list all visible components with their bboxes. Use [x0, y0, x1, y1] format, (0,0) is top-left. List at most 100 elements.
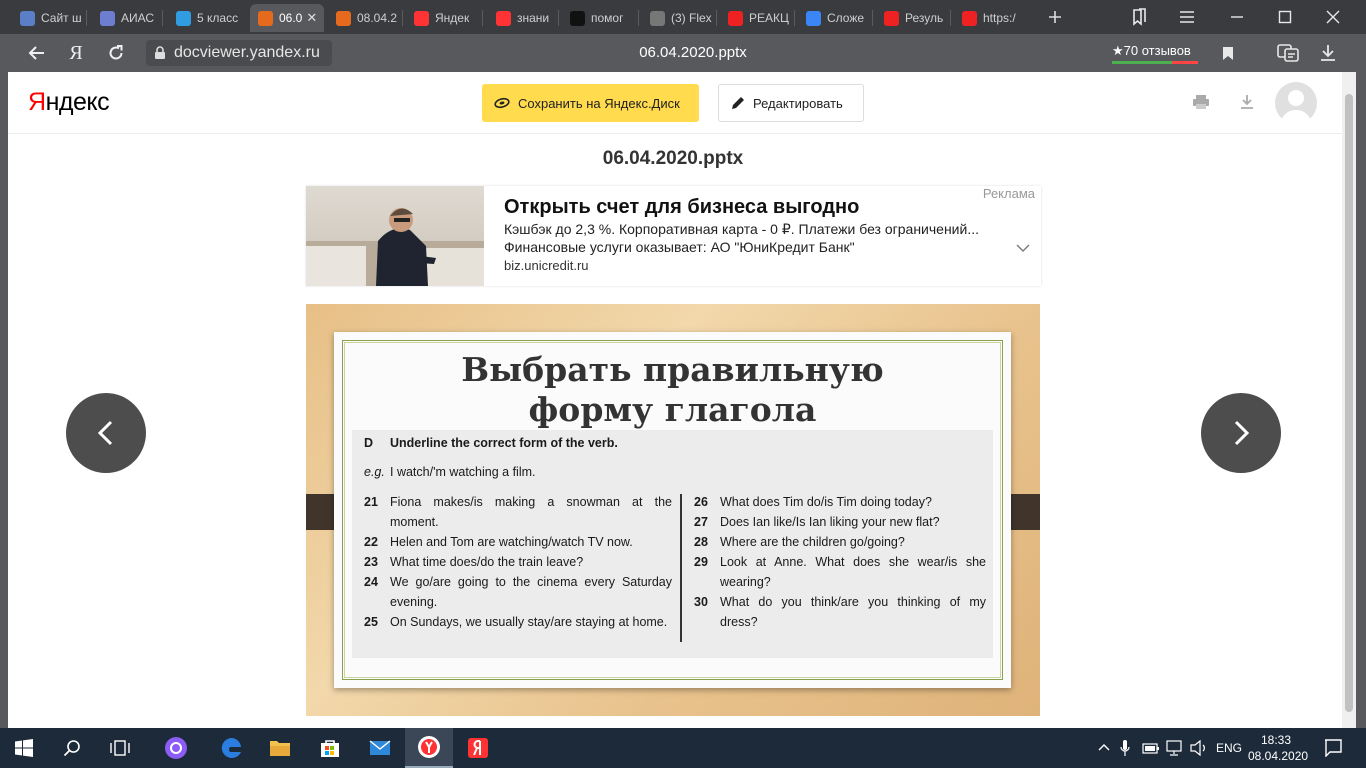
start-button[interactable] — [0, 728, 48, 768]
search-button[interactable] — [48, 728, 96, 768]
yandex-logo[interactable]: Яндекс — [28, 88, 110, 117]
tab-title: Сложе — [827, 11, 865, 25]
tab-4[interactable]: 06.0 ✕ — [250, 4, 324, 32]
hamburger-icon — [1180, 11, 1194, 23]
task-view-icon — [110, 740, 130, 756]
tab-8[interactable]: помог — [562, 4, 636, 32]
tab-2[interactable]: АИАС — [92, 4, 160, 32]
prev-slide-button[interactable] — [66, 393, 146, 473]
ad-headline[interactable]: Открыть счет для бизнеса выгодно — [504, 196, 859, 219]
save-button-label: Сохранить на Яндекс.Диск — [518, 95, 680, 111]
slide-title-line-2: форму глагола — [528, 390, 817, 429]
print-button[interactable] — [1192, 94, 1210, 115]
minimize-button[interactable] — [1214, 0, 1260, 34]
tab-9[interactable]: (3) Flex — [642, 4, 714, 32]
presentation-slide: Выбрать правильную форму глагола D Underl… — [306, 304, 1040, 716]
edit-button[interactable]: Редактировать — [718, 84, 864, 122]
chevron-right-icon — [1234, 420, 1250, 446]
tab-title: 5 класс — [197, 11, 239, 25]
maximize-button[interactable] — [1262, 0, 1308, 34]
download-file-button[interactable] — [1240, 94, 1254, 115]
window-border-left — [0, 72, 8, 728]
windows-icon — [15, 739, 33, 757]
tab-separator — [482, 10, 483, 26]
tab-5[interactable]: 08.04.2 — [328, 4, 400, 32]
ad-url[interactable]: biz.unicredit.ru — [504, 258, 589, 273]
exercise-item: 21 Fiona makes/is making a snowman at the… — [364, 492, 672, 532]
yandex-icon — [414, 10, 429, 26]
microphone-icon[interactable] — [1120, 739, 1130, 757]
task-view-button[interactable] — [96, 728, 144, 768]
exercise-item: 22 Helen and Tom are watching/watch TV no… — [364, 532, 672, 552]
tab-6[interactable]: Яндек — [406, 4, 480, 32]
save-to-disk-button[interactable]: Сохранить на Яндекс.Диск — [482, 84, 699, 122]
bookmarks-panel-button[interactable] — [1116, 0, 1162, 34]
tab-3[interactable]: 5 класс — [168, 4, 244, 32]
taskbar-store[interactable] — [306, 728, 354, 768]
arrow-left-icon — [28, 46, 44, 60]
exercise-example: e.g. I watch/'m watching a film. — [364, 465, 536, 479]
notifications-button[interactable] — [1310, 728, 1356, 768]
taskbar-yandex[interactable] — [454, 728, 502, 768]
scrollbar-thumb[interactable] — [1345, 94, 1353, 712]
download-icon — [1321, 45, 1335, 61]
bookmark-button[interactable] — [1210, 34, 1246, 72]
tab-title: 08.04.2 — [357, 11, 398, 25]
exercise-item: 26 What does Tim do/is Tim doing today? — [694, 492, 986, 512]
tab-7[interactable]: знани — [488, 4, 556, 32]
browser-tab-strip: Сайт ш АИАС 5 класс 06.0 ✕ 08.04.2 Яндек знани п… — [0, 0, 1366, 34]
battery-icon[interactable] — [1142, 741, 1160, 755]
advertisement[interactable]: Реклама Открыть счет для бизнеса выгодно… — [306, 186, 1041, 286]
network-icon[interactable] — [1166, 740, 1184, 756]
pptx-icon — [258, 10, 273, 26]
vertical-scrollbar[interactable] — [1342, 72, 1356, 728]
volume-icon[interactable] — [1190, 740, 1208, 756]
taskbar-clock[interactable]: 18:33 08.04.2020 — [1248, 732, 1308, 764]
ad-expand-button[interactable] — [1016, 240, 1030, 256]
chevron-up-icon[interactable] — [1098, 742, 1110, 752]
tab-1[interactable]: Сайт ш — [12, 4, 84, 32]
example-text: I watch/'m watching a film. — [390, 465, 536, 479]
menu-button[interactable] — [1164, 0, 1210, 34]
ad-text-line-2: Финансовые услуги оказывает: АО "ЮниКред… — [504, 239, 855, 255]
taskbar-yandex-browser[interactable] — [405, 728, 453, 768]
aias-icon — [100, 10, 115, 26]
reader-button[interactable] — [1270, 34, 1306, 72]
exercise-item-number: 27 — [694, 515, 708, 529]
reload-button[interactable] — [98, 34, 134, 72]
tab-10[interactable]: РЕАКЦ — [720, 4, 792, 32]
downloads-button[interactable] — [1310, 34, 1346, 72]
exercise-letter: D — [364, 436, 374, 450]
taskbar-mail[interactable] — [356, 728, 404, 768]
exercise-right-column: 26 What does Tim do/is Tim doing today? 27… — [694, 492, 986, 632]
tab-12[interactable]: Резуль — [876, 4, 948, 32]
tab-separator — [638, 10, 639, 26]
next-slide-button[interactable] — [1201, 393, 1281, 473]
tab-separator — [162, 10, 163, 26]
tab-11[interactable]: Сложе — [798, 4, 870, 32]
printer-icon — [1193, 95, 1209, 109]
close-tab-icon[interactable]: ✕ — [306, 10, 317, 26]
exercise-item: 28 Where are the children go/going? — [694, 532, 986, 552]
exercise-item-text: Look at Anne. What does she wear/is she … — [720, 555, 986, 589]
taskbar-alice[interactable] — [152, 728, 200, 768]
close-window-button[interactable] — [1310, 0, 1356, 34]
reviews-rating-bar — [1112, 61, 1198, 64]
reviews-badge[interactable]: ★70 отзывов — [1108, 40, 1200, 66]
tab-13[interactable]: https:/ — [954, 4, 1028, 32]
search-icon — [63, 740, 80, 757]
exercise-item-text: We go/are going to the cinema every Satu… — [390, 575, 672, 609]
exercise-item: 30 What do you think/are you thinking of … — [694, 592, 986, 632]
language-indicator[interactable]: ENG — [1216, 741, 1242, 755]
new-tab-button[interactable] — [1030, 0, 1080, 34]
taskbar-explorer[interactable] — [256, 728, 304, 768]
user-avatar[interactable] — [1275, 82, 1317, 124]
exercise-item-number: 23 — [364, 555, 378, 569]
taskbar-edge[interactable] — [208, 728, 256, 768]
video-icon — [884, 10, 899, 26]
back-button[interactable] — [18, 34, 54, 72]
url-field[interactable]: docviewer.yandex.ru — [146, 40, 332, 66]
tab-separator — [794, 10, 795, 26]
exercise-item-text: Does Ian like/Is Ian liking your new fla… — [720, 515, 940, 529]
yandex-home-button[interactable]: Я — [58, 34, 94, 72]
